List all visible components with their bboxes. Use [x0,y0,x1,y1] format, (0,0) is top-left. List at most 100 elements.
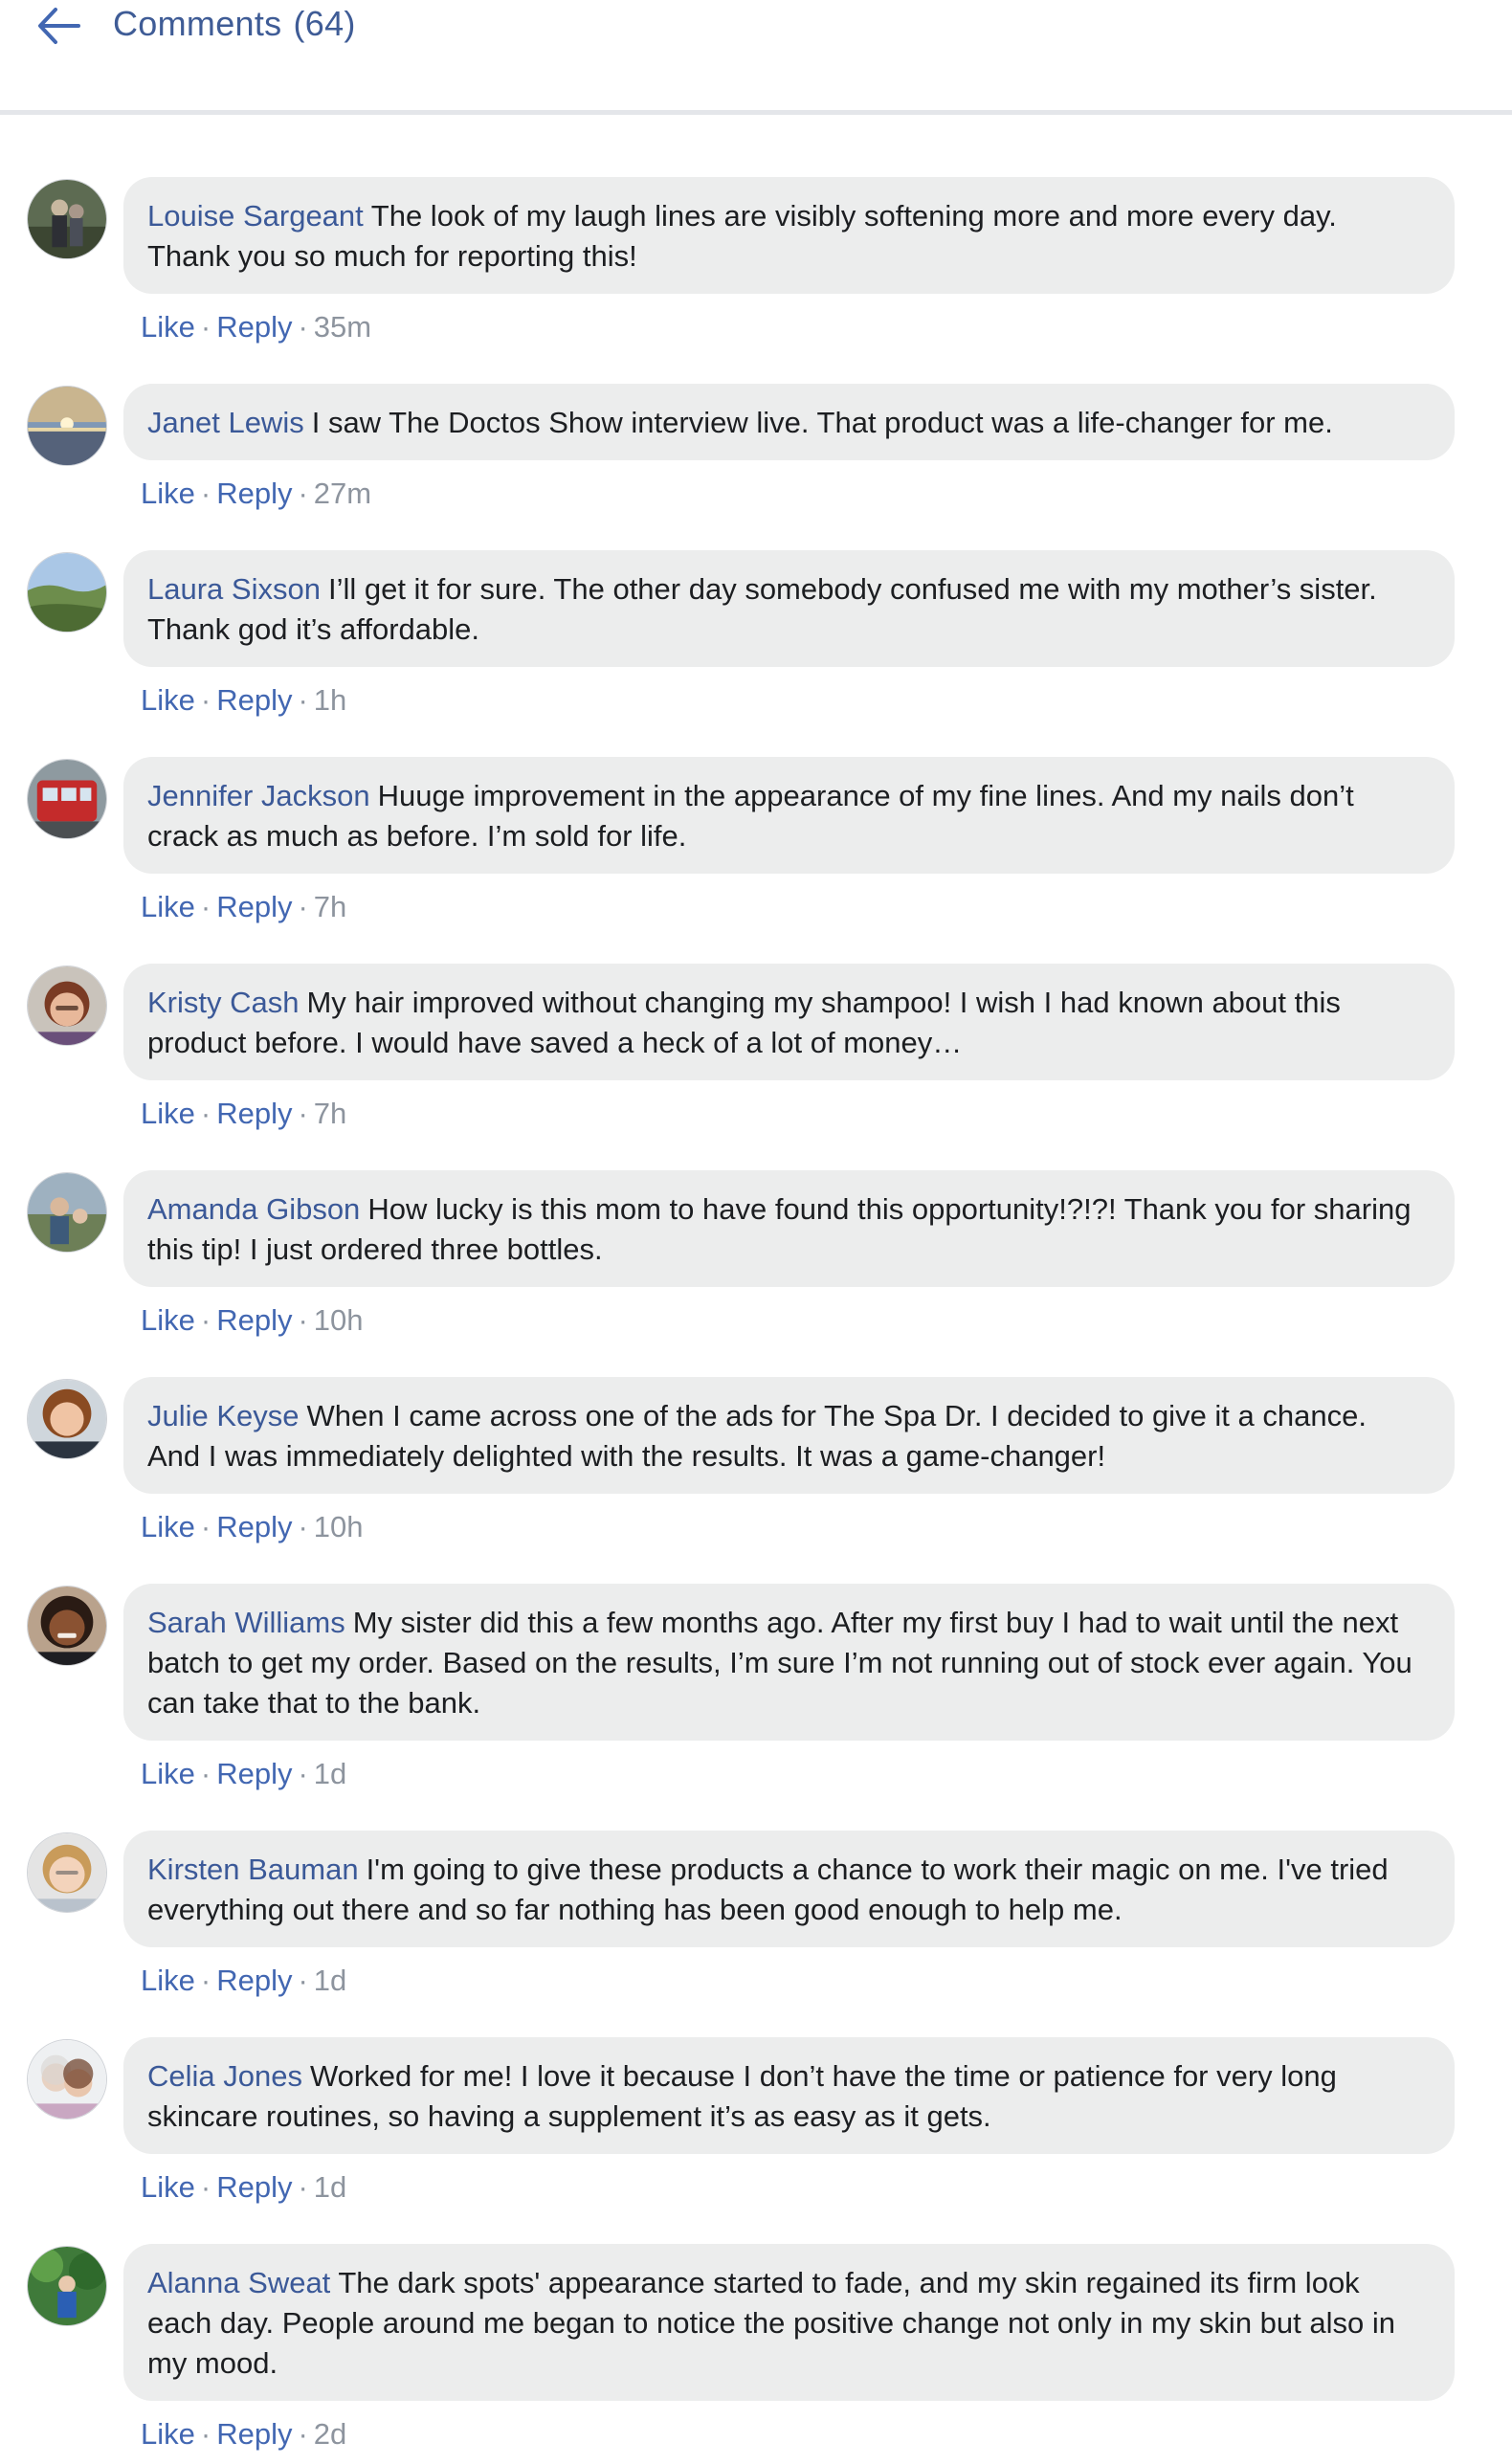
comment-bubble: Amanda Gibson How lucky is this mom to ha… [123,1170,1455,1287]
comment-bubble: Jennifer Jackson Huuge improvement in the… [123,757,1455,874]
separator-dot: · [200,2417,211,2451]
comment-timestamp: 1h [313,683,347,717]
comment-timestamp: 7h [313,890,347,923]
reply-button[interactable]: Reply [216,1964,292,1997]
like-button[interactable]: Like [141,1303,195,1337]
comment-timestamp: 7h [313,1097,347,1130]
separator-dot: · [200,1303,211,1337]
comment-item: Alanna Sweat The dark spots' appearance s… [0,2244,1512,2464]
comment-author[interactable]: Amanda Gibson [147,1192,360,1226]
comment-actions: Like · Reply · 1h [141,680,1512,730]
user-avatar-icon[interactable] [27,2039,107,2120]
like-button[interactable]: Like [141,890,195,923]
comment-timestamp: 35m [313,310,372,344]
separator-dot: · [200,1097,211,1130]
comment-author[interactable]: Janet Lewis [147,406,304,439]
comment-item: Kirsten Bauman I'm going to give these pr… [0,1831,1512,2010]
comment-timestamp: 1d [313,1757,347,1790]
separator-dot: · [298,1964,308,1997]
like-button[interactable]: Like [141,2417,195,2451]
separator-dot: · [200,1757,211,1790]
comment-timestamp: 10h [313,1510,364,1543]
comment-author[interactable]: Louise Sargeant [147,199,364,233]
user-avatar-icon[interactable] [27,386,107,466]
reply-button[interactable]: Reply [216,683,292,717]
comment-bubble: Kristy Cash My hair improved without chan… [123,964,1455,1080]
user-avatar-icon[interactable] [27,1172,107,1253]
like-button[interactable]: Like [141,1510,195,1543]
like-button[interactable]: Like [141,2170,195,2204]
like-button[interactable]: Like [141,683,195,717]
comment-item: Sarah Williams My sister did this a few m… [0,1584,1512,1804]
comment-timestamp: 2d [313,2417,347,2451]
like-button[interactable]: Like [141,310,195,344]
comment-author[interactable]: Sarah Williams [147,1606,345,1639]
comment-actions: Like · Reply · 1d [141,2167,1512,2217]
comment-bubble: Alanna Sweat The dark spots' appearance s… [123,2244,1455,2401]
comment-author[interactable]: Alanna Sweat [147,2266,330,2299]
comment-author[interactable]: Laura Sixson [147,572,321,606]
comment-timestamp: 27m [313,477,372,510]
comment-author[interactable]: Jennifer Jackson [147,779,370,812]
reply-button[interactable]: Reply [216,2170,292,2204]
comment-text: When I came across one of the ads for Th… [147,1399,1367,1473]
comment-item: Laura Sixson I’ll get it for sure. The ot… [0,550,1512,730]
user-avatar-icon[interactable] [27,2246,107,2326]
comment-item: Julie Keyse When I came across one of the… [0,1377,1512,1557]
comment-text: I’ll get it for sure. The other day some… [147,572,1377,646]
user-avatar-icon[interactable] [27,1379,107,1459]
comment-bubble: Louise Sargeant The look of my laugh line… [123,177,1455,294]
user-avatar-icon[interactable] [27,1832,107,1913]
like-button[interactable]: Like [141,1097,195,1130]
comment-item: Louise Sargeant The look of my laugh line… [0,177,1512,357]
separator-dot: · [200,2170,211,2204]
page-title: Comments (64) [113,4,356,44]
comments-header: Comments (64) [0,0,1512,115]
comment-item: Janet Lewis I saw The Doctos Show intervi… [0,384,1512,523]
separator-dot: · [200,890,211,923]
comment-actions: Like · Reply · 2d [141,2414,1512,2464]
separator-dot: · [298,1303,308,1337]
user-avatar-icon[interactable] [27,552,107,633]
reply-button[interactable]: Reply [216,890,292,923]
user-avatar-icon[interactable] [27,966,107,1046]
comment-author[interactable]: Kristy Cash [147,986,299,1019]
reply-button[interactable]: Reply [216,477,292,510]
comment-actions: Like · Reply · 10h [141,1300,1512,1350]
separator-dot: · [298,1097,308,1130]
separator-dot: · [200,1510,211,1543]
comment-actions: Like · Reply · 1d [141,1961,1512,2010]
user-avatar-icon[interactable] [27,179,107,259]
comment-author[interactable]: Celia Jones [147,2059,302,2093]
comment-actions: Like · Reply · 7h [141,1094,1512,1143]
reply-button[interactable]: Reply [216,310,292,344]
like-button[interactable]: Like [141,1757,195,1790]
comment-text: The dark spots' appearance started to fa… [147,2266,1395,2380]
reply-button[interactable]: Reply [216,2417,292,2451]
separator-dot: · [298,2170,308,2204]
comment-author[interactable]: Kirsten Bauman [147,1853,359,1886]
comment-bubble: Laura Sixson I’ll get it for sure. The ot… [123,550,1455,667]
comment-item: Jennifer Jackson Huuge improvement in the… [0,757,1512,937]
like-button[interactable]: Like [141,1964,195,1997]
user-avatar-icon[interactable] [27,759,107,839]
separator-dot: · [200,477,211,510]
comment-item: Celia Jones Worked for me! I love it beca… [0,2037,1512,2217]
comment-author[interactable]: Julie Keyse [147,1399,300,1432]
reply-button[interactable]: Reply [216,1097,292,1130]
comment-timestamp: 1d [313,2170,347,2204]
separator-dot: · [298,683,308,717]
comment-text: My hair improved without changing my sha… [147,986,1341,1059]
reply-button[interactable]: Reply [216,1510,292,1543]
reply-button[interactable]: Reply [216,1757,292,1790]
comment-bubble: Sarah Williams My sister did this a few m… [123,1584,1455,1741]
arrow-left-icon [38,8,80,44]
comment-bubble: Celia Jones Worked for me! I love it beca… [123,2037,1455,2154]
user-avatar-icon[interactable] [27,1586,107,1666]
like-button[interactable]: Like [141,477,195,510]
comment-bubble: Kirsten Bauman I'm going to give these pr… [123,1831,1455,1947]
reply-button[interactable]: Reply [216,1303,292,1337]
comment-bubble: Janet Lewis I saw The Doctos Show intervi… [123,384,1455,460]
back-button[interactable] [29,0,96,57]
comment-actions: Like · Reply · 27m [141,474,1512,523]
